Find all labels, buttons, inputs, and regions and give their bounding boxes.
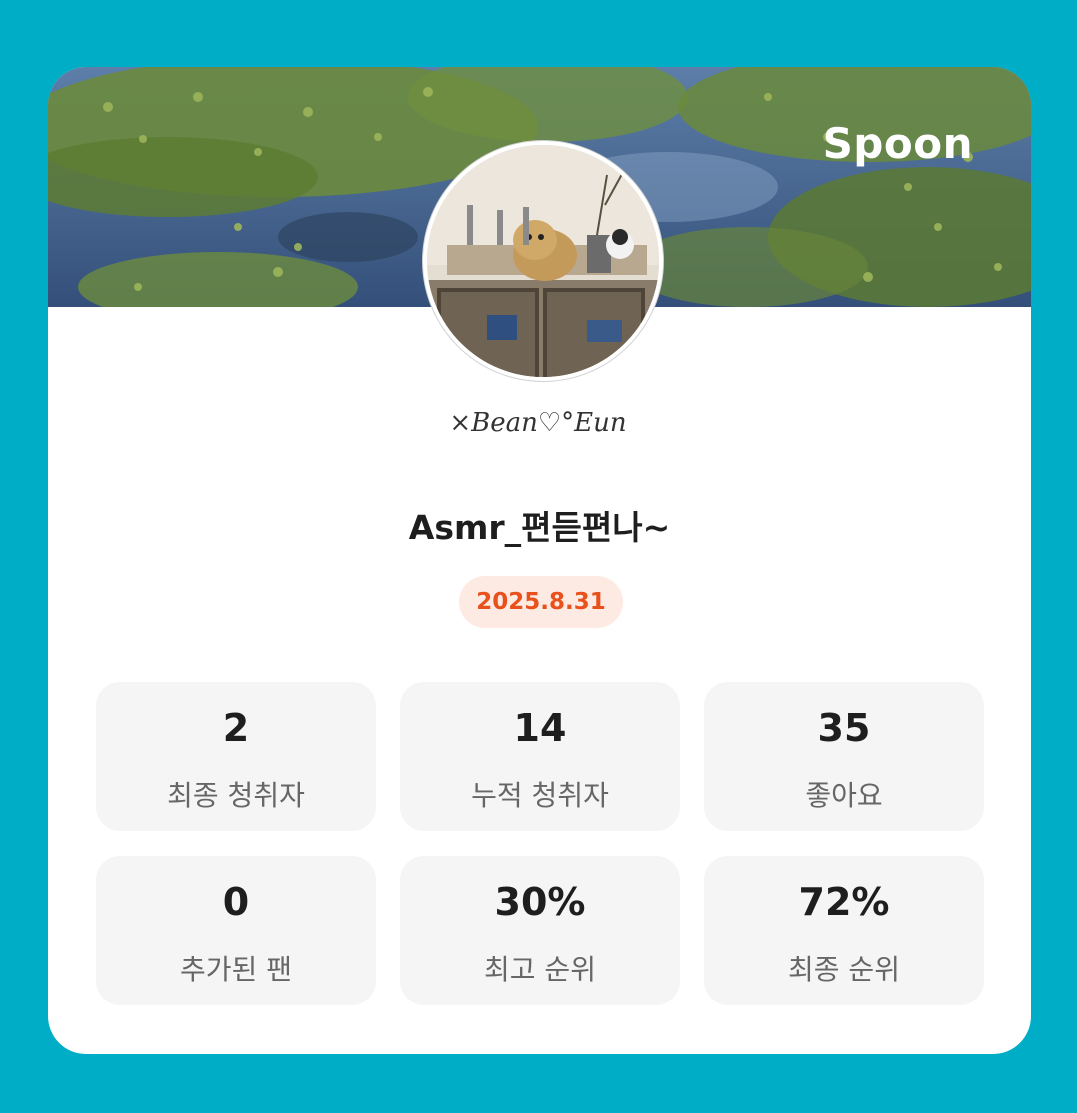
- stat-likes: 35 좋아요: [704, 682, 984, 831]
- stat-label: 누적 청취자: [471, 779, 609, 812]
- stat-value: 30%: [494, 880, 586, 924]
- svg-text:×Bean♡°Eun: ×Bean♡°Eun: [449, 408, 626, 438]
- stat-cumulative-listeners: 14 누적 청취자: [400, 682, 680, 831]
- stat-value: 14: [513, 706, 567, 750]
- stat-label: 좋아요: [805, 779, 883, 812]
- stat-label: 최종 순위: [788, 953, 900, 986]
- spoon-logo: Spoon: [822, 119, 973, 168]
- summary-card: Spoon ×Bean♡°Eun Asmr_편듣편나~ 2025.8.31 2 …: [48, 67, 1031, 1054]
- stat-label: 추가된 팬: [180, 953, 292, 986]
- stat-best-rank: 30% 최고 순위: [400, 856, 680, 1005]
- stat-final-rank: 72% 최종 순위: [704, 856, 984, 1005]
- stat-final-listeners: 2 최종 청취자: [96, 682, 376, 831]
- stat-value: 35: [817, 706, 871, 750]
- stat-label: 최종 청취자: [167, 779, 305, 812]
- stat-added-fans: 0 추가된 팬: [96, 856, 376, 1005]
- profile-avatar: [423, 141, 663, 381]
- signature-image: ×Bean♡°Eun: [449, 408, 626, 438]
- stat-value: 72%: [798, 880, 890, 924]
- stat-value: 0: [222, 880, 250, 924]
- broadcast-title: Asmr_편듣편나~: [408, 508, 671, 547]
- stat-value: 2: [222, 706, 250, 750]
- stat-label: 최고 순위: [484, 953, 596, 986]
- date-badge: 2025.8.31: [459, 576, 623, 628]
